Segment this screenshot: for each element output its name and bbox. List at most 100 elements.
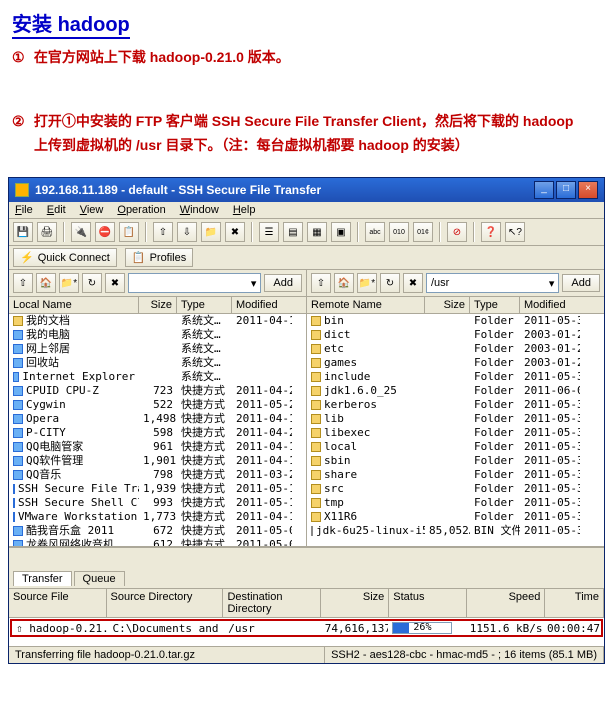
list-item[interactable]: srcFolder2011-05-31 <box>307 482 604 496</box>
local-file-list[interactable]: 我的文档系统文…2011-04-1我的电脑系统文…网上邻居系统文…回收站系统文…… <box>9 314 306 546</box>
auto-icon[interactable]: 01¢ <box>413 222 433 242</box>
col-local-name[interactable]: Local Name <box>9 297 139 313</box>
list-item[interactable]: VMware Workstation1,773快捷方式2011-04-1 <box>9 510 306 524</box>
col-remote-type[interactable]: Type <box>470 297 520 313</box>
list-item[interactable]: shareFolder2011-05-31 <box>307 468 604 482</box>
remote-up-icon[interactable]: ⇧ <box>311 273 331 293</box>
connect-icon[interactable]: 🔌 <box>71 222 91 242</box>
tcol-st[interactable]: Status <box>389 589 467 617</box>
list-item[interactable]: SSH Secure Shell Client993快捷方式2011-05-1 <box>9 496 306 510</box>
status-left: Transferring file hadoop-0.21.0.tar.gz <box>9 647 325 663</box>
view-list-icon[interactable]: ☰ <box>259 222 279 242</box>
col-local-size[interactable]: Size <box>139 297 177 313</box>
list-item[interactable]: Internet Explorer系统文… <box>9 370 306 384</box>
local-up-icon[interactable]: ⇧ <box>13 273 33 293</box>
list-item[interactable]: libFolder2011-05-31 <box>307 412 604 426</box>
tcol-sz[interactable]: Size <box>321 589 389 617</box>
menu-view[interactable]: View <box>80 204 104 216</box>
remote-newfolder-icon[interactable]: 📁* <box>357 273 377 293</box>
col-remote-mod[interactable]: Modified <box>520 297 580 313</box>
list-item[interactable]: libexecFolder2011-05-31 <box>307 426 604 440</box>
list-item[interactable]: localFolder2011-05-31 <box>307 440 604 454</box>
upload-icon[interactable]: ⇧ <box>153 222 173 242</box>
remote-refresh-icon[interactable]: ↻ <box>380 273 400 293</box>
ascii-icon[interactable]: abc <box>365 222 385 242</box>
list-item[interactable]: jdk-6u25-linux-i586.bin85,052…BIN 文件2011… <box>307 524 604 538</box>
tcol-sp[interactable]: Speed <box>467 589 545 617</box>
list-item[interactable]: P-CITY598快捷方式2011-04-2 <box>9 426 306 440</box>
menu-window[interactable]: Window <box>180 204 219 216</box>
list-item[interactable]: QQ电脑管家961快捷方式2011-04-1 <box>9 440 306 454</box>
list-item[interactable]: sbinFolder2011-05-31 <box>307 454 604 468</box>
remote-path-input[interactable]: /usr▾ <box>426 273 559 293</box>
view-icons-icon[interactable]: ▦ <box>307 222 327 242</box>
list-item[interactable]: SSH Secure File Trans…1,939快捷方式2011-05-1 <box>9 482 306 496</box>
remote-delete-icon[interactable]: ✖ <box>403 273 423 293</box>
local-newfolder-icon[interactable]: 📁* <box>59 273 79 293</box>
list-item[interactable]: CPUID CPU-Z723快捷方式2011-04-2 <box>9 384 306 398</box>
profile-icon[interactable]: 📋 <box>119 222 139 242</box>
local-add-button[interactable]: Add <box>264 274 302 292</box>
quick-connect-button[interactable]: ⚡ Quick Connect <box>13 248 117 267</box>
menu-edit[interactable]: Edit <box>47 204 66 216</box>
list-item[interactable]: 我的电脑系统文… <box>9 328 306 342</box>
list-item[interactable]: etcFolder2003-01-29 <box>307 342 604 356</box>
transfer-row[interactable]: ⇧ hadoop-0.21.0… C:\Documents and Se… /u… <box>10 619 603 637</box>
list-item[interactable]: QQ软件管理1,901快捷方式2011-04-1 <box>9 454 306 468</box>
disconnect-icon[interactable]: ⛔ <box>95 222 115 242</box>
print-icon[interactable]: 🖨 <box>37 222 57 242</box>
tcol-tm[interactable]: Time <box>545 589 604 617</box>
menu-file[interactable]: File <box>15 204 33 216</box>
list-item[interactable]: dictFolder2003-01-29 <box>307 328 604 342</box>
help-icon[interactable]: ❓ <box>481 222 501 242</box>
minimize-button[interactable]: _ <box>534 181 554 199</box>
view-detail-icon[interactable]: ▤ <box>283 222 303 242</box>
ssh-window: 192.168.11.189 - default - SSH Secure Fi… <box>8 177 605 664</box>
save-icon[interactable]: 💾 <box>13 222 33 242</box>
list-item[interactable]: includeFolder2011-05-31 <box>307 370 604 384</box>
list-item[interactable]: binFolder2011-05-31 <box>307 314 604 328</box>
stop-icon[interactable]: ⊘ <box>447 222 467 242</box>
col-local-mod[interactable]: Modified <box>232 297 292 313</box>
local-path-input[interactable]: ▾ <box>128 273 261 293</box>
remote-add-button[interactable]: Add <box>562 274 600 292</box>
list-item[interactable]: kerberosFolder2011-05-31 <box>307 398 604 412</box>
folder-icon[interactable]: 📁 <box>201 222 221 242</box>
menu-operation[interactable]: Operation <box>117 204 165 216</box>
list-item[interactable]: jdk1.6.0_25Folder2011-06-01 <box>307 384 604 398</box>
col-remote-size[interactable]: Size <box>425 297 470 313</box>
profiles-button[interactable]: 📋 Profiles <box>125 248 193 267</box>
context-help-icon[interactable]: ↖? <box>505 222 525 242</box>
col-local-type[interactable]: Type <box>177 297 232 313</box>
list-item[interactable]: 龙卷风网络收音机612快捷方式2011-05-0 <box>9 538 306 546</box>
list-item[interactable]: QQ音乐798快捷方式2011-03-2 <box>9 468 306 482</box>
tcol-sd[interactable]: Source Directory <box>107 589 224 617</box>
binary-icon[interactable]: 010 <box>389 222 409 242</box>
remote-file-list[interactable]: binFolder2011-05-31dictFolder2003-01-29e… <box>307 314 604 546</box>
tab-queue[interactable]: Queue <box>74 571 125 586</box>
download-icon[interactable]: ⇩ <box>177 222 197 242</box>
close-button[interactable]: × <box>578 181 598 199</box>
list-item[interactable]: X11R6Folder2011-05-31 <box>307 510 604 524</box>
list-item[interactable]: 网上邻居系统文… <box>9 342 306 356</box>
tab-transfer[interactable]: Transfer <box>13 571 72 586</box>
list-item[interactable]: 酷我音乐盒 2011672快捷方式2011-05-0 <box>9 524 306 538</box>
list-item[interactable]: tmpFolder2011-05-31 <box>307 496 604 510</box>
menu-help[interactable]: Help <box>233 204 256 216</box>
delete-icon[interactable]: ✖ <box>225 222 245 242</box>
list-item[interactable]: Cygwin522快捷方式2011-05-2 <box>9 398 306 412</box>
maximize-button[interactable]: □ <box>556 181 576 199</box>
list-item[interactable]: 我的文档系统文…2011-04-1 <box>9 314 306 328</box>
list-item[interactable]: gamesFolder2003-01-29 <box>307 356 604 370</box>
local-refresh-icon[interactable]: ↻ <box>82 273 102 293</box>
local-home-icon[interactable]: 🏠 <box>36 273 56 293</box>
list-item[interactable]: 回收站系统文… <box>9 356 306 370</box>
tcol-src[interactable]: Source File <box>9 589 107 617</box>
titlebar[interactable]: 192.168.11.189 - default - SSH Secure Fi… <box>9 178 604 202</box>
col-remote-name[interactable]: Remote Name <box>307 297 425 313</box>
remote-home-icon[interactable]: 🏠 <box>334 273 354 293</box>
list-item[interactable]: Opera1,498快捷方式2011-04-1 <box>9 412 306 426</box>
local-delete-icon[interactable]: ✖ <box>105 273 125 293</box>
view-small-icon[interactable]: ▣ <box>331 222 351 242</box>
tcol-dd[interactable]: Destination Directory <box>223 589 321 617</box>
